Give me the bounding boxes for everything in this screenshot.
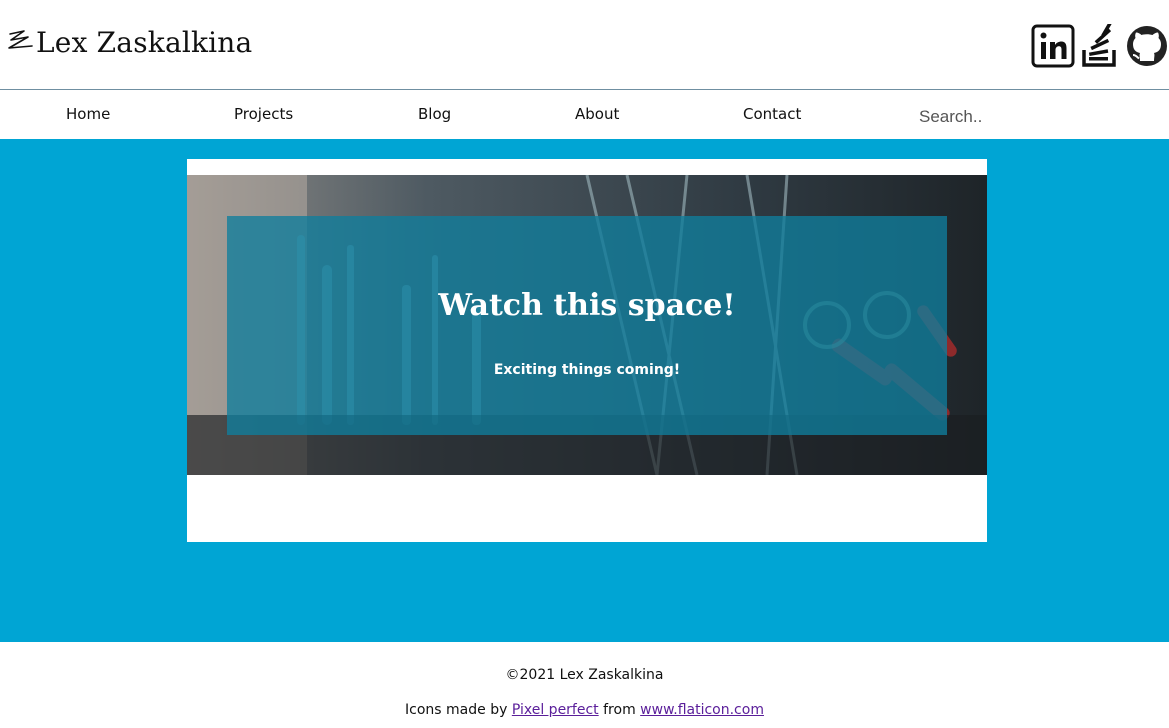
main-content: Watch this space! Exciting things coming… [0, 139, 1169, 642]
hero-title: Watch this space! [438, 288, 736, 323]
search-input[interactable] [906, 103, 1156, 131]
content-card: Watch this space! Exciting things coming… [187, 159, 987, 542]
nav-item-blog[interactable]: Blog [418, 105, 451, 123]
logo-mark-icon [8, 30, 33, 49]
copyright-text: ©2021 Lex Zaskalkina [505, 667, 664, 683]
site-logo[interactable]: Lex Zaskalkina [4, 24, 252, 60]
credits-from: from [603, 702, 636, 718]
nav-item-projects[interactable]: Projects [234, 105, 293, 123]
site-title: Lex Zaskalkina [36, 25, 253, 59]
github-icon[interactable] [1125, 24, 1169, 68]
site-footer: ©2021 Lex Zaskalkina Icons made by Pixel… [0, 642, 1169, 728]
nav-item-home[interactable]: Home [66, 105, 110, 123]
hero-subtitle: Exciting things coming! [493, 362, 681, 378]
icon-credits: Icons made by Pixel perfect from www.fla… [0, 702, 1169, 718]
credits-prefix: Icons made by [405, 702, 508, 718]
social-links [1029, 24, 1169, 68]
credits-author-link[interactable]: Pixel perfect [512, 702, 599, 718]
hero-banner: Watch this space! Exciting things coming… [187, 175, 987, 475]
hero-overlay-panel: Watch this space! Exciting things coming… [227, 216, 947, 435]
nav-item-contact[interactable]: Contact [743, 105, 801, 123]
stackoverflow-icon[interactable] [1078, 24, 1122, 68]
credits-site-link[interactable]: www.flaticon.com [640, 702, 764, 718]
linkedin-icon[interactable] [1031, 24, 1075, 68]
site-header: Lex Zaskalkina [0, 0, 1169, 90]
nav-item-about[interactable]: About [575, 105, 619, 123]
